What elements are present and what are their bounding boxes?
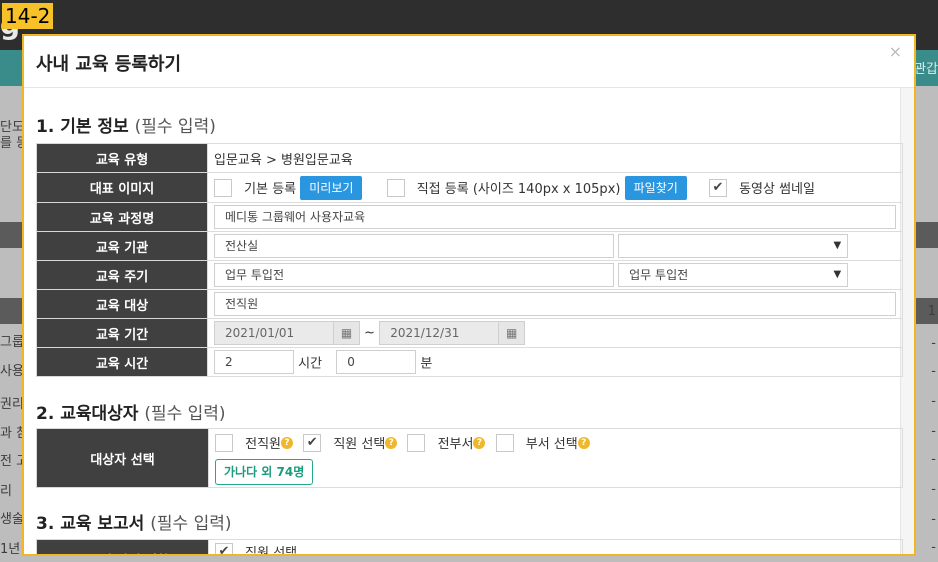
all-dept-label: 전부서 (437, 437, 474, 452)
bg-right-text: 1 (927, 304, 936, 319)
section-required-note: (필수 입력) (144, 404, 226, 424)
cycle-input[interactable]: 업무 투입전 (214, 263, 614, 287)
bg-text-line: 권리 (0, 397, 24, 412)
org-select[interactable]: ▼ (618, 234, 849, 258)
bg-text-line: 그룹 (0, 335, 24, 350)
target-input[interactable]: 전직원 (214, 292, 896, 316)
select-dept-checkbox[interactable] (495, 433, 514, 452)
targets-table: 대상자 선택 전직원? ✔ 직원 선택? 전부서? 부서 선택? 가나다 외 7… (36, 428, 903, 488)
select-dept-label: 부서 선택 (525, 437, 578, 452)
bg-text-line: 리 (0, 484, 12, 499)
close-icon[interactable]: × (889, 42, 902, 61)
select-staff-label: 직원 선택 (333, 437, 386, 452)
field-label: 교육 시간 (36, 347, 208, 377)
form-row-target: 교육 대상 전직원 (36, 289, 903, 319)
help-icon[interactable]: ? (281, 436, 294, 449)
field-label: 교육 주기 (36, 260, 208, 290)
field-label: 대표 이미지 (36, 172, 208, 203)
video-thumbnail-checkbox[interactable]: ✔ (708, 178, 727, 197)
bg-right-text: - (931, 394, 936, 409)
bg-right-text: - (931, 540, 936, 555)
help-icon[interactable]: ? (473, 436, 486, 449)
minutes-unit: 분 (420, 356, 433, 372)
hours-unit: 시간 (298, 356, 323, 372)
field-label: 교육 기관 (36, 231, 208, 261)
report-staff-checkbox[interactable]: ✔ (215, 542, 233, 554)
bg-right-text: - (931, 482, 936, 497)
bg-right-text: - (931, 336, 936, 351)
section-basic-info-title: 1. 기본 정보 (필수 입력) (36, 112, 216, 137)
education-type-value: 입문교육 > 병원입문교육 (207, 143, 903, 173)
preview-button[interactable]: 미리보기 (300, 175, 363, 200)
form-row-type: 교육 유형 입문교육 > 병원입문교육 (36, 143, 903, 173)
help-icon[interactable]: ? (385, 436, 398, 449)
org-input[interactable]: 전산실 (214, 234, 614, 258)
step-tag: 14-2 (2, 3, 54, 29)
bg-text-line: 생술 (0, 512, 24, 527)
cycle-select-value: 업무 투입전 (629, 268, 689, 282)
all-staff-label: 전직원 (245, 437, 282, 452)
bg-right-text: - (931, 452, 936, 467)
help-icon[interactable]: ? (577, 436, 590, 449)
field-label: 교육 과정명 (36, 202, 208, 232)
cycle-select[interactable]: 업무 투입전 ▼ (618, 263, 849, 287)
calendar-icon[interactable]: ▦ (499, 321, 526, 345)
app-nav-text: 관갑 (914, 62, 938, 77)
period-start-input[interactable]: 2021/01/01 (214, 321, 334, 345)
form-row-time: 교육 시간 2 시간 0 분 (36, 347, 903, 377)
basic-info-table: 교육 유형 입문교육 > 병원입문교육 대표 이미지 기본 등록 미리보기 직접… (36, 143, 903, 377)
field-label: 교육 대상 (36, 289, 208, 319)
section-required-note: (필수 입력) (134, 117, 216, 137)
form-row-period: 교육 기간 2021/01/01 ▦ ~ 2021/12/31 ▦ (36, 318, 903, 348)
all-dept-checkbox[interactable] (407, 433, 426, 452)
modal-title: 사내 교육 등록하기 (36, 54, 182, 75)
form-row-course: 교육 과정명 메디통 그룹웨어 사용자교육 (36, 202, 903, 232)
form-row-org: 교육 기관 전산실 ▼ (36, 231, 903, 261)
course-name-input[interactable]: 메디통 그룹웨어 사용자교육 (214, 205, 896, 229)
report-staff-label: 직원 선택 (245, 546, 298, 556)
bg-text-line: 1년 (0, 542, 21, 557)
form-row-image: 대표 이미지 기본 등록 미리보기 직접 등록 (사이즈 140px x 105… (36, 172, 903, 203)
section-required-note: (필수 입력) (150, 514, 232, 534)
section-title-text: 2. 교육대상자 (36, 404, 139, 424)
selected-staff-button[interactable]: 가나다 외 74명 (215, 459, 314, 485)
minutes-input[interactable]: 0 (336, 350, 417, 374)
image-direct-checkbox[interactable] (386, 178, 405, 197)
field-label: 교육 유형 (36, 143, 208, 173)
section-title-text: 1. 기본 정보 (36, 117, 129, 137)
period-separator: ~ (364, 325, 376, 341)
form-row-cycle: 교육 주기 업무 투입전 업무 투입전 ▼ (36, 260, 903, 290)
image-basic-label: 기본 등록 (244, 182, 297, 197)
video-thumbnail-label: 동영상 썸네일 (739, 182, 815, 197)
file-browse-button[interactable]: 파일찾기 (624, 175, 687, 200)
calendar-icon[interactable]: ▦ (334, 321, 360, 345)
bg-right-text: - (931, 424, 936, 439)
bg-right-text: - (931, 512, 936, 527)
chevron-down-icon: ▼ (833, 269, 842, 280)
select-staff-checkbox[interactable]: ✔ (303, 433, 322, 452)
target-options: 전직원? ✔ 직원 선택? 전부서? 부서 선택? (215, 433, 896, 459)
bg-right-text: - (931, 364, 936, 379)
section-report-title: 3. 교육 보고서 (필수 입력) (36, 509, 231, 534)
image-direct-label: 직접 등록 (사이즈 140px x 105px) (416, 182, 621, 197)
chevron-down-icon: ▼ (833, 240, 842, 251)
form-row-report: 보고서 작성 권한 ✔ 직원 선택 (36, 539, 903, 556)
hours-input[interactable]: 2 (214, 350, 294, 374)
field-label: 교육 기간 (36, 318, 208, 348)
report-table: 보고서 작성 권한 ✔ 직원 선택 (36, 539, 903, 556)
modal-header: 사내 교육 등록하기 × (24, 36, 914, 88)
education-register-modal: 사내 교육 등록하기 × 1. 기본 정보 (필수 입력) 교육 유형 입문교육… (22, 34, 916, 556)
form-row-targets: 대상자 선택 전직원? ✔ 직원 선택? 전부서? 부서 선택? 가나다 외 7… (36, 428, 903, 488)
field-label: 보고서 작성 권한 (36, 539, 209, 554)
section-targets-title: 2. 교육대상자 (필수 입력) (36, 399, 226, 424)
field-label: 대상자 선택 (36, 428, 209, 488)
section-title-text: 3. 교육 보고서 (36, 514, 145, 534)
image-basic-checkbox[interactable] (214, 178, 232, 197)
period-end-input[interactable]: 2021/12/31 (379, 321, 500, 345)
all-staff-checkbox[interactable] (215, 433, 233, 452)
